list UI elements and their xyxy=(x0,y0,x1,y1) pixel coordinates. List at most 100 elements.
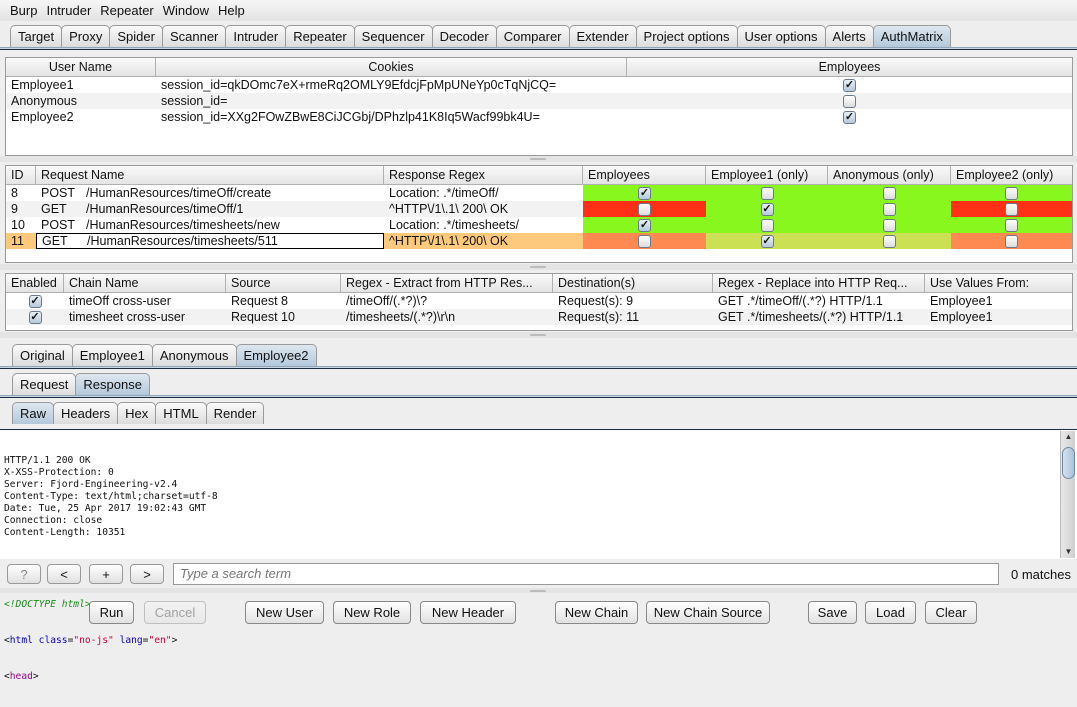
chain-row[interactable]: ✓ timesheet cross-user Request 10/timeshee… xyxy=(6,309,1072,325)
tab-scanner[interactable]: Scanner xyxy=(161,25,227,47)
role-checkbox-employees[interactable] xyxy=(638,234,651,248)
tab-user-options[interactable]: User options xyxy=(736,25,826,47)
request-row[interactable]: 10 POST/HumanResources/timesheets/new Loca… xyxy=(6,217,1072,233)
tab-raw[interactable]: Raw xyxy=(12,402,55,424)
employees-role-checkbox[interactable] xyxy=(843,94,856,108)
tab-intruder[interactable]: Intruder xyxy=(225,25,287,47)
column-header-source[interactable]: Source xyxy=(226,274,341,292)
column-header-id[interactable]: ID xyxy=(6,166,36,184)
column-header-user-name[interactable]: User Name xyxy=(6,58,156,76)
tab-anonymous[interactable]: Anonymous xyxy=(151,344,237,366)
tab-extender[interactable]: Extender xyxy=(568,25,637,47)
load-button[interactable]: Load xyxy=(865,601,916,624)
role-checkbox-employee2-only[interactable] xyxy=(1005,218,1018,232)
scrollbar-thumb[interactable] xyxy=(1062,447,1075,479)
new-header-button[interactable]: New Header xyxy=(420,601,516,624)
role-checkbox-anonymous-only[interactable] xyxy=(883,218,896,232)
menu-repeater[interactable]: Repeater xyxy=(100,3,153,18)
role-checkbox-employees[interactable]: ✓ xyxy=(638,186,651,200)
chain-row[interactable]: ✓ timeOff cross-user Request 8/timeOff/(.*… xyxy=(6,293,1072,309)
column-header-employees[interactable]: Employees xyxy=(583,166,706,184)
menu-burp[interactable]: Burp xyxy=(10,3,37,18)
help-button[interactable]: ? xyxy=(7,564,41,584)
new-chain-source-button[interactable]: New Chain Source xyxy=(646,601,770,624)
response-editor[interactable]: HTTP/1.1 200 OK X-XSS-Protection: 0 Server… xyxy=(0,429,1077,682)
role-checkbox-employee2-only[interactable] xyxy=(1005,234,1018,248)
role-checkbox-anonymous-only[interactable] xyxy=(883,186,896,200)
menu-window[interactable]: Window xyxy=(163,3,209,18)
splitter-chains-viewer[interactable] xyxy=(0,332,1077,338)
request-row[interactable]: 8 POST/HumanResources/timeOff/create Locat… xyxy=(6,185,1072,201)
previous-match-button[interactable]: < xyxy=(47,564,81,584)
user-row[interactable]: Employee2 session_id=XXg2FOwZBwE8CiJCGbj/… xyxy=(6,109,1072,125)
column-header-response-regex[interactable]: Response Regex xyxy=(384,166,583,184)
tab-original[interactable]: Original xyxy=(12,344,73,366)
tab-decoder[interactable]: Decoder xyxy=(431,25,497,47)
new-chain-button[interactable]: New Chain xyxy=(555,601,638,624)
user-row[interactable]: Employee1 session_id=qkDOmc7eX+rmeRq2OMLY… xyxy=(6,77,1072,93)
employees-role-checkbox[interactable]: ✓ xyxy=(843,110,856,124)
column-header-regex-replace[interactable]: Regex - Replace into HTTP Req... xyxy=(713,274,925,292)
run-button[interactable]: Run xyxy=(89,601,134,624)
request-name-cell[interactable]: GET/HumanResources/timesheets/511 xyxy=(36,233,384,249)
column-header-employees[interactable]: Employees xyxy=(627,58,1072,76)
role-checkbox-employees[interactable] xyxy=(638,202,651,216)
role-checkbox-employee2-only[interactable] xyxy=(1005,202,1018,216)
request-row[interactable]: 9 GET/HumanResources/timeOff/1 ^HTTP\/1\.1… xyxy=(6,201,1072,217)
column-header-request-name[interactable]: Request Name xyxy=(36,166,384,184)
role-checkbox-employee1-only[interactable] xyxy=(760,218,774,232)
tab-response[interactable]: Response xyxy=(75,373,150,395)
chain-enabled-checkbox[interactable]: ✓ xyxy=(28,310,42,324)
next-match-button[interactable]: > xyxy=(130,564,164,584)
tab-employee2[interactable]: Employee2 xyxy=(235,344,317,366)
new-user-button[interactable]: New User xyxy=(245,601,324,624)
role-checkbox-employee1-only[interactable] xyxy=(760,186,774,200)
chain-enabled-checkbox[interactable]: ✓ xyxy=(28,294,42,308)
role-checkbox-employees[interactable]: ✓ xyxy=(638,218,651,232)
tab-repeater[interactable]: Repeater xyxy=(285,25,355,47)
scroll-up-arrow-icon[interactable]: ▲ xyxy=(1061,431,1076,443)
menu-help[interactable]: Help xyxy=(218,3,245,18)
column-header-employee1-only[interactable]: Employee1 (only) xyxy=(706,166,828,184)
save-button[interactable]: Save xyxy=(808,601,857,624)
user-row[interactable]: Anonymous session_id= xyxy=(6,93,1072,109)
tab-headers[interactable]: Headers xyxy=(53,402,119,424)
tab-request[interactable]: Request xyxy=(12,373,77,395)
splitter-users-requests[interactable] xyxy=(0,156,1077,162)
tab-html[interactable]: HTML xyxy=(155,402,207,424)
scroll-down-arrow-icon[interactable]: ▼ xyxy=(1061,546,1076,558)
role-checkbox-anonymous-only[interactable] xyxy=(883,234,896,248)
tab-employee1[interactable]: Employee1 xyxy=(71,344,153,366)
tab-render[interactable]: Render xyxy=(205,402,265,424)
splitter-requests-chains[interactable] xyxy=(0,264,1077,270)
role-checkbox-anonymous-only[interactable] xyxy=(883,202,896,216)
new-role-button[interactable]: New Role xyxy=(333,601,411,624)
tab-target[interactable]: Target xyxy=(10,25,63,47)
column-header-cookies[interactable]: Cookies xyxy=(156,58,627,76)
tab-hex[interactable]: Hex xyxy=(117,402,157,424)
search-input[interactable]: Type a search term xyxy=(173,563,999,585)
menu-intruder[interactable]: Intruder xyxy=(46,3,91,18)
column-header-destinations[interactable]: Destination(s) xyxy=(553,274,713,292)
response-scrollbar[interactable]: ▲ ▼ xyxy=(1060,431,1075,558)
clear-button[interactable]: Clear xyxy=(925,601,977,624)
role-checkbox-employee1-only[interactable]: ✓ xyxy=(760,202,774,216)
role-checkbox-employee1-only[interactable]: ✓ xyxy=(760,234,774,248)
tab-spider[interactable]: Spider xyxy=(109,25,163,47)
column-header-regex-extract[interactable]: Regex - Extract from HTTP Res... xyxy=(341,274,553,292)
tab-sequencer[interactable]: Sequencer xyxy=(353,25,433,47)
splitter-bottom[interactable] xyxy=(0,588,1077,593)
tab-proxy[interactable]: Proxy xyxy=(61,25,111,47)
tab-authmatrix[interactable]: AuthMatrix xyxy=(872,25,951,47)
employees-role-checkbox[interactable]: ✓ xyxy=(843,78,856,92)
tab-comparer[interactable]: Comparer xyxy=(495,25,570,47)
add-search-button[interactable]: + xyxy=(89,564,123,584)
request-row[interactable]: 11 GET/HumanResources/timesheets/511 ^HTTP… xyxy=(6,233,1072,249)
column-header-use-values-from[interactable]: Use Values From: xyxy=(925,274,1072,292)
tab-project-options[interactable]: Project options xyxy=(635,25,738,47)
role-checkbox-employee2-only[interactable] xyxy=(1005,186,1018,200)
tab-alerts[interactable]: Alerts xyxy=(824,25,874,47)
column-header-chain-name[interactable]: Chain Name xyxy=(64,274,226,292)
column-header-enabled[interactable]: Enabled xyxy=(6,274,64,292)
column-header-employee2-only[interactable]: Employee2 (only) xyxy=(951,166,1072,184)
